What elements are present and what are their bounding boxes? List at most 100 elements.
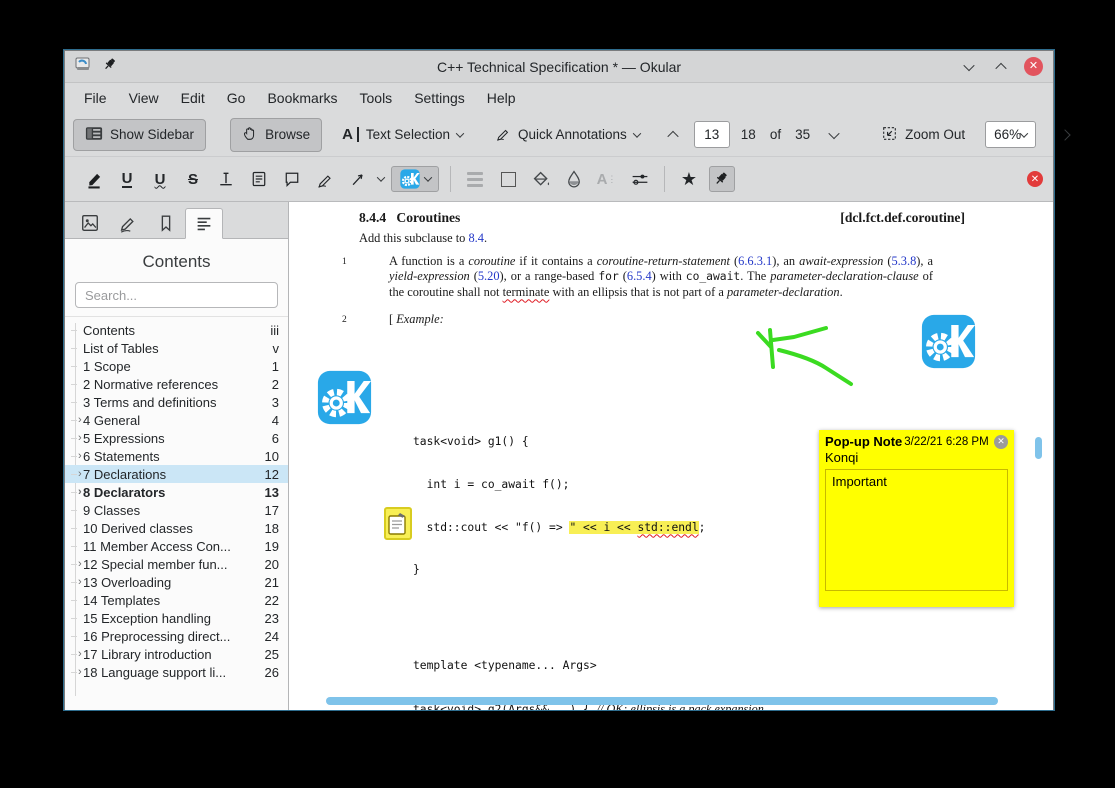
toc-row[interactable]: › 18 Language support li... 26 <box>65 663 288 681</box>
horizontal-scrollbar-thumb[interactable] <box>326 697 998 705</box>
page-number-input[interactable] <box>693 121 730 148</box>
toc-row[interactable]: › 6 Statements 10 <box>65 447 288 465</box>
zoom-level-select[interactable]: 66% <box>985 121 1037 148</box>
expander-chevron-icon[interactable] <box>71 348 83 349</box>
expander-chevron-icon[interactable] <box>71 366 83 367</box>
zoom-level-value: 66% <box>994 127 1022 142</box>
browse-tool-button[interactable]: Browse <box>230 117 323 152</box>
expander-chevron-icon[interactable]: › <box>71 450 83 462</box>
toc-row[interactable]: › 7 Declarations 12 <box>65 465 288 483</box>
toc-row[interactable]: › 12 Special member fun... 20 <box>65 555 288 573</box>
expander-chevron-icon[interactable]: › <box>71 666 83 678</box>
pin-icon[interactable] <box>103 57 118 77</box>
expander-chevron-icon[interactable] <box>71 600 83 601</box>
toc-row[interactable]: List of Tables v <box>65 339 288 357</box>
text-selection-icon: A <box>342 126 353 143</box>
expander-chevron-icon[interactable] <box>71 510 83 511</box>
green-ink-annotation[interactable] <box>749 305 864 400</box>
toc-row[interactable]: Contents iii <box>65 321 288 339</box>
menu-item[interactable]: Bookmarks <box>256 86 348 110</box>
previous-page-button[interactable] <box>660 122 686 148</box>
toc-label: 8 Declarators <box>83 484 166 500</box>
tab-thumbnails[interactable] <box>71 207 109 238</box>
show-sidebar-button[interactable]: Show Sidebar <box>73 118 207 151</box>
of-label: of <box>769 127 782 142</box>
toc-row[interactable]: › 4 General 4 <box>65 411 288 429</box>
toc-row[interactable]: 1 Scope 1 <box>65 357 288 375</box>
toc-row[interactable]: › 17 Library introduction 25 <box>65 645 288 663</box>
expander-chevron-icon[interactable]: › <box>71 432 83 444</box>
expander-chevron-icon[interactable]: › <box>71 558 83 570</box>
expander-chevron-icon[interactable] <box>71 546 83 547</box>
expander-chevron-icon[interactable]: › <box>71 576 83 588</box>
menu-item[interactable]: View <box>118 86 170 110</box>
text-selection-tool-button[interactable]: A Text Selection <box>330 119 475 150</box>
opacity-droplet-icon[interactable] <box>561 166 587 192</box>
menu-item[interactable]: Help <box>476 86 527 110</box>
color-bucket-icon[interactable] <box>528 166 554 192</box>
toc-row[interactable]: › 13 Overloading 21 <box>65 573 288 591</box>
toc-search-input[interactable] <box>75 282 278 308</box>
underline-tool-icon[interactable]: U <box>114 166 140 192</box>
menu-item[interactable]: Edit <box>170 86 216 110</box>
freehand-line-tool-icon[interactable] <box>312 166 338 192</box>
toc-row[interactable]: › 8 Declarators 13 <box>65 483 288 501</box>
toc-row[interactable]: 9 Classes 17 <box>65 501 288 519</box>
popup-note-tool-icon[interactable] <box>279 166 305 192</box>
menu-item[interactable]: Settings <box>403 86 476 110</box>
expander-chevron-icon[interactable] <box>71 618 83 619</box>
note-anchor-icon[interactable] <box>384 507 412 540</box>
favorite-star-icon[interactable]: ★ <box>676 166 702 192</box>
kde-logo-stamp[interactable] <box>921 314 976 374</box>
tab-contents[interactable] <box>185 208 223 239</box>
zoom-out-button[interactable]: Zoom Out <box>869 118 977 152</box>
expander-chevron-icon[interactable] <box>71 384 83 385</box>
toc-row[interactable]: 16 Preprocessing direct... 24 <box>65 627 288 645</box>
squiggle-tool-icon[interactable]: U <box>147 166 173 192</box>
toc-row[interactable]: 15 Exception handling 23 <box>65 609 288 627</box>
inline-note-tool-icon[interactable] <box>246 166 272 192</box>
toc-row[interactable]: 2 Normative references 2 <box>65 375 288 393</box>
popup-note-close-button[interactable]: ✕ <box>994 434 1008 449</box>
expander-chevron-icon[interactable]: › <box>71 648 83 660</box>
stamp-tool-button[interactable] <box>391 166 439 192</box>
close-annotation-toolbar-button[interactable]: ✕ <box>1027 171 1043 187</box>
pin-toolbar-icon[interactable] <box>709 166 735 192</box>
strikeout-tool-icon[interactable]: S <box>180 166 206 192</box>
chevron-down-icon[interactable] <box>376 173 386 182</box>
popup-note-text[interactable]: Important <box>825 469 1008 591</box>
maximize-button[interactable] <box>992 58 1010 76</box>
minimize-button[interactable] <box>960 58 978 76</box>
toolbar-overflow-button[interactable] <box>1052 122 1078 148</box>
quick-annotations-button[interactable]: Quick Annotations <box>483 118 652 151</box>
expander-chevron-icon[interactable] <box>71 330 83 331</box>
close-window-button[interactable]: ✕ <box>1024 57 1043 76</box>
expander-chevron-icon[interactable]: › <box>71 468 83 480</box>
toc-row[interactable]: 14 Templates 22 <box>65 591 288 609</box>
toc-row[interactable]: 11 Member Access Con... 19 <box>65 537 288 555</box>
typewriter-tool-icon[interactable] <box>213 166 239 192</box>
vertical-scrollbar-thumb[interactable] <box>1035 437 1042 459</box>
toc-row[interactable]: 3 Terms and definitions 3 <box>65 393 288 411</box>
highlighter-tool-icon[interactable] <box>81 166 107 192</box>
next-page-button[interactable] <box>821 122 847 148</box>
kde-logo-stamp[interactable] <box>317 370 372 430</box>
tab-annotations[interactable] <box>109 207 147 238</box>
toc-page-number: 2 <box>271 376 279 392</box>
shape-fill-icon[interactable] <box>495 166 521 192</box>
expander-chevron-icon[interactable]: › <box>71 414 83 426</box>
menu-item[interactable]: Tools <box>349 86 404 110</box>
expander-chevron-icon[interactable]: › <box>71 486 83 498</box>
tab-bookmarks[interactable] <box>147 207 185 238</box>
width-slider-icon[interactable] <box>627 166 653 192</box>
line-width-icon <box>462 166 488 192</box>
expander-chevron-icon[interactable] <box>71 528 83 529</box>
straight-line-tool-icon[interactable] <box>345 166 371 192</box>
expander-chevron-icon[interactable] <box>71 402 83 403</box>
menu-item[interactable]: File <box>73 86 118 110</box>
toc-row[interactable]: 10 Derived classes 18 <box>65 519 288 537</box>
menu-item[interactable]: Go <box>216 86 257 110</box>
expander-chevron-icon[interactable] <box>71 636 83 637</box>
toc-row[interactable]: › 5 Expressions 6 <box>65 429 288 447</box>
toc-label: 15 Exception handling <box>83 610 211 626</box>
